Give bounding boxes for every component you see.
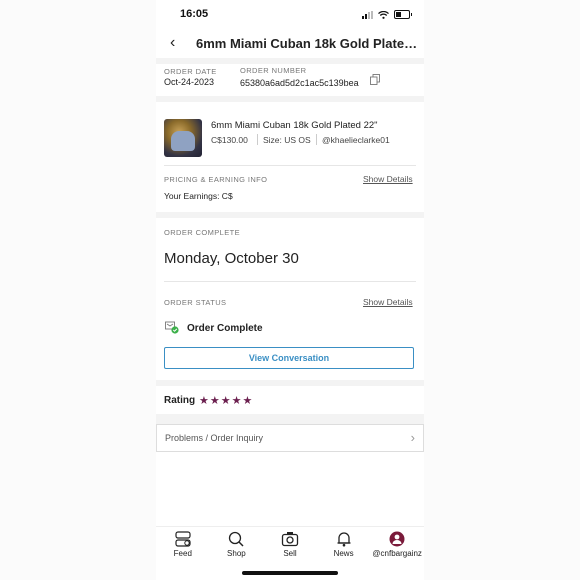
pricing-show-details-link[interactable]: Show Details — [363, 174, 413, 184]
camera-icon — [281, 532, 299, 547]
item-seller[interactable]: @khaelieclarke01 — [322, 135, 390, 145]
divider — [156, 212, 424, 218]
item-title[interactable]: 6mm Miami Cuban 18k Gold Plated 22" — [211, 120, 378, 131]
page-title: 6mm Miami Cuban 18k Gold Plated 22" — [196, 36, 418, 51]
home-indicator — [242, 571, 338, 575]
avatar-icon — [389, 531, 405, 547]
left-margin — [0, 0, 156, 580]
tab-label: Shop — [227, 549, 246, 558]
copy-icon[interactable] — [370, 74, 380, 85]
order-number-label: ORDER NUMBER — [240, 66, 307, 75]
order-status-label: ORDER STATUS — [164, 298, 227, 307]
battery-icon — [394, 10, 412, 19]
tab-label: @cnfbargainz — [372, 549, 422, 558]
status-time: 16:05 — [180, 8, 209, 20]
order-complete-label: ORDER COMPLETE — [164, 228, 241, 237]
order-date-value: Oct-24-2023 — [164, 77, 215, 87]
signal-icon — [362, 10, 373, 19]
tab-news[interactable]: News — [317, 527, 371, 567]
divider — [257, 134, 258, 145]
rating-label: Rating — [164, 395, 196, 406]
pricing-label: PRICING & EARNING INFO — [164, 175, 268, 184]
tab-sell[interactable]: Sell — [263, 527, 317, 567]
item-size: Size: US OS — [263, 135, 311, 145]
item-price: C$130.00 — [211, 135, 248, 145]
status-bar: 16:05 — [156, 0, 424, 30]
feed-icon — [175, 531, 191, 547]
wifi-icon — [378, 10, 389, 19]
inquiry-label: Problems / Order Inquiry — [165, 433, 264, 443]
divider — [156, 414, 424, 424]
rating-stars: ★★★★★ — [199, 395, 254, 407]
divider — [156, 380, 424, 386]
right-margin — [424, 0, 580, 580]
order-status-value: Order Complete — [187, 323, 263, 334]
system-icons — [362, 10, 412, 19]
divider — [164, 165, 416, 166]
nav-bar: ‹ 6mm Miami Cuban 18k Gold Plated 22" — [156, 30, 424, 58]
bell-icon — [337, 532, 351, 547]
problems-order-inquiry-row[interactable]: Problems / Order Inquiry › — [156, 424, 424, 452]
tab-label: Sell — [283, 549, 297, 558]
tab-label: Feed — [173, 549, 192, 558]
tab-shop[interactable]: Shop — [210, 527, 264, 567]
phone-screen: 16:05 ‹ 6mm Miami Cuban 18k Gold Plated … — [156, 0, 424, 580]
your-earnings: Your Earnings: C$ — [164, 191, 233, 201]
order-date-label: ORDER DATE — [164, 67, 217, 76]
tab-label: News — [333, 549, 354, 558]
order-complete-check-icon — [165, 321, 179, 334]
back-arrow-icon[interactable]: ‹ — [170, 34, 175, 52]
item-thumbnail[interactable] — [164, 119, 202, 157]
tab-feed[interactable]: Feed — [156, 527, 210, 567]
order-number-value: 65380a6ad5d2c1ac5c139bea — [240, 78, 359, 88]
chevron-right-icon: › — [410, 430, 415, 445]
search-icon — [229, 531, 244, 547]
divider — [156, 58, 424, 64]
bottom-tab-bar: Feed Shop Sell News @cnfbargainz — [156, 526, 424, 567]
status-show-details-link[interactable]: Show Details — [363, 297, 413, 307]
completion-date: Monday, October 30 — [164, 250, 299, 267]
divider — [164, 281, 416, 282]
tab-profile[interactable]: @cnfbargainz — [370, 527, 424, 567]
divider — [316, 134, 317, 145]
divider — [156, 96, 424, 102]
view-conversation-button[interactable]: View Conversation — [164, 347, 414, 369]
